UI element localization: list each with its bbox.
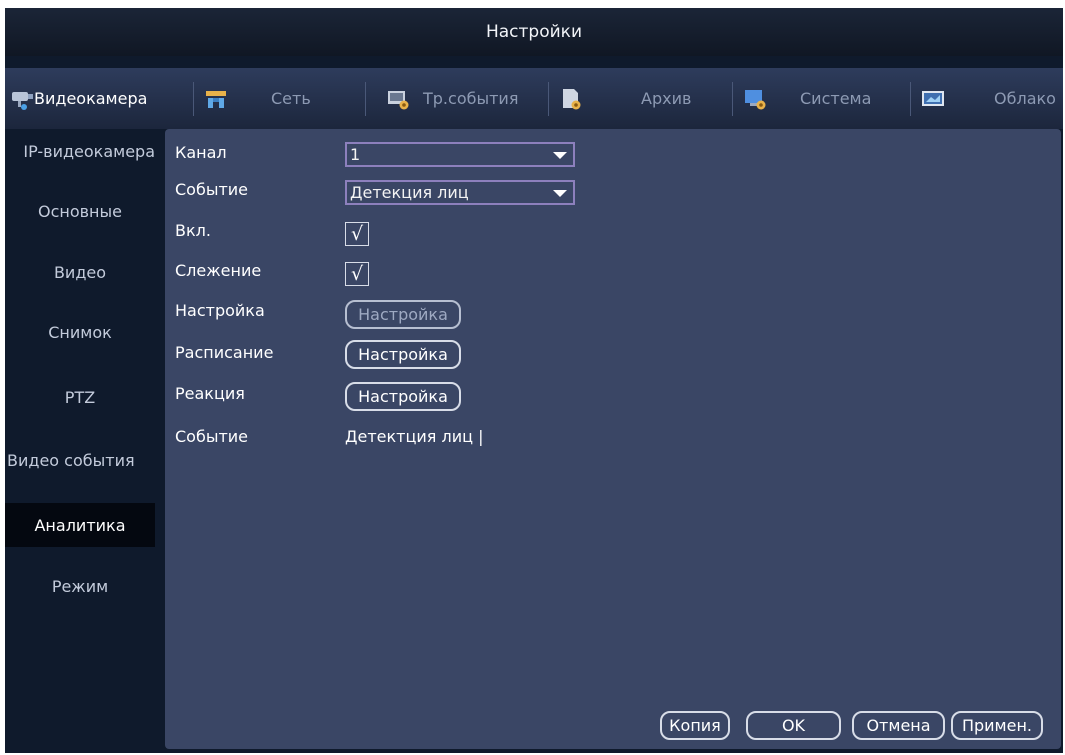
tab-camera[interactable]: Видеокамера [10, 68, 193, 129]
tab-cloud[interactable]: Облако [920, 68, 1063, 129]
sidebar-item-video[interactable]: Видео [5, 250, 155, 294]
tab-separator [365, 82, 366, 116]
tab-system-label: Система [800, 89, 872, 108]
tab-separator [193, 82, 194, 116]
sidebar-item-general[interactable]: Основные [5, 189, 155, 233]
channel-dropdown[interactable]: 1 [345, 142, 575, 167]
schedule-label: Расписание [175, 343, 274, 362]
setup-button[interactable]: Настройка [345, 300, 461, 329]
tab-separator [548, 82, 549, 116]
tab-events-label: Тр.события [423, 89, 519, 108]
cloud-icon [920, 86, 946, 112]
channel-value: 1 [350, 145, 361, 164]
tab-cloud-label: Облако [994, 89, 1056, 108]
channel-label: Канал [175, 143, 227, 162]
event-info-value: Детектция лиц | [345, 427, 484, 446]
reaction-label: Реакция [175, 384, 245, 403]
sidebar-item-video-events[interactable]: Видео события [5, 438, 157, 482]
window-title: Настройки [5, 8, 1063, 56]
reaction-settings-button[interactable]: Настройка [345, 382, 461, 411]
tab-system[interactable]: Система [742, 68, 907, 129]
sidebar-item-label: Основные [37, 201, 122, 221]
sidebar-item-label: Видео [53, 262, 107, 282]
tracking-checkbox[interactable]: √ [345, 262, 369, 286]
chevron-down-icon [553, 190, 567, 197]
sidebar: IP-видеокамера Основные Видео Снимок PTZ… [5, 129, 155, 753]
sidebar-item-label: Видео события [7, 450, 135, 470]
setup-label: Настройка [175, 301, 265, 320]
sidebar-item-snapshot[interactable]: Снимок [5, 310, 155, 354]
tab-separator [910, 82, 911, 116]
enable-label: Вкл. [175, 221, 211, 240]
system-icon [742, 86, 768, 112]
tab-archive-label: Архив [641, 89, 692, 108]
tab-camera-label: Видеокамера [34, 89, 148, 108]
sidebar-item-label: Аналитика [34, 515, 126, 535]
schedule-settings-button[interactable]: Настройка [345, 340, 461, 369]
settings-panel [165, 129, 1061, 749]
tab-network-label: Сеть [271, 89, 311, 108]
network-icon [203, 86, 229, 112]
check-icon: √ [350, 223, 364, 245]
event-info-label: Событие [175, 427, 249, 446]
sidebar-item-label: PTZ [64, 387, 96, 407]
sidebar-item-ptz[interactable]: PTZ [5, 375, 155, 419]
sidebar-item-analytics[interactable]: Аналитика [5, 503, 155, 547]
sidebar-item-ip-camera[interactable]: IP-видеокамера [5, 129, 157, 173]
camera-icon [10, 86, 36, 112]
tab-archive[interactable]: Архив [558, 68, 728, 129]
tab-network[interactable]: Сеть [203, 68, 363, 129]
ok-button[interactable]: OK [746, 711, 841, 740]
sidebar-item-mode[interactable]: Режим [5, 564, 155, 608]
events-icon [385, 86, 411, 112]
tab-bar: Видеокамера Сеть Тр.события Архив Систем… [5, 68, 1063, 129]
archive-icon [558, 86, 584, 112]
copy-button[interactable]: Копия [660, 711, 730, 740]
settings-window: Настройки Видеокамера Сеть Тр.события Ар… [5, 8, 1063, 753]
enable-checkbox[interactable]: √ [345, 222, 369, 246]
tab-events[interactable]: Тр.события [385, 68, 545, 129]
event-dropdown[interactable]: Детекция лиц [345, 180, 575, 205]
chevron-down-icon [553, 152, 567, 159]
event-value: Детекция лиц [350, 183, 469, 202]
sidebar-item-label: IP-видеокамера [23, 141, 155, 161]
sidebar-item-label: Режим [51, 576, 109, 596]
tracking-label: Слежение [175, 261, 262, 280]
event-label: Событие [175, 180, 249, 199]
cancel-button[interactable]: Отмена [852, 711, 945, 740]
sidebar-item-label: Снимок [48, 322, 112, 342]
check-icon: √ [350, 263, 364, 285]
tab-separator [732, 82, 733, 116]
apply-button[interactable]: Примен. [951, 711, 1043, 740]
